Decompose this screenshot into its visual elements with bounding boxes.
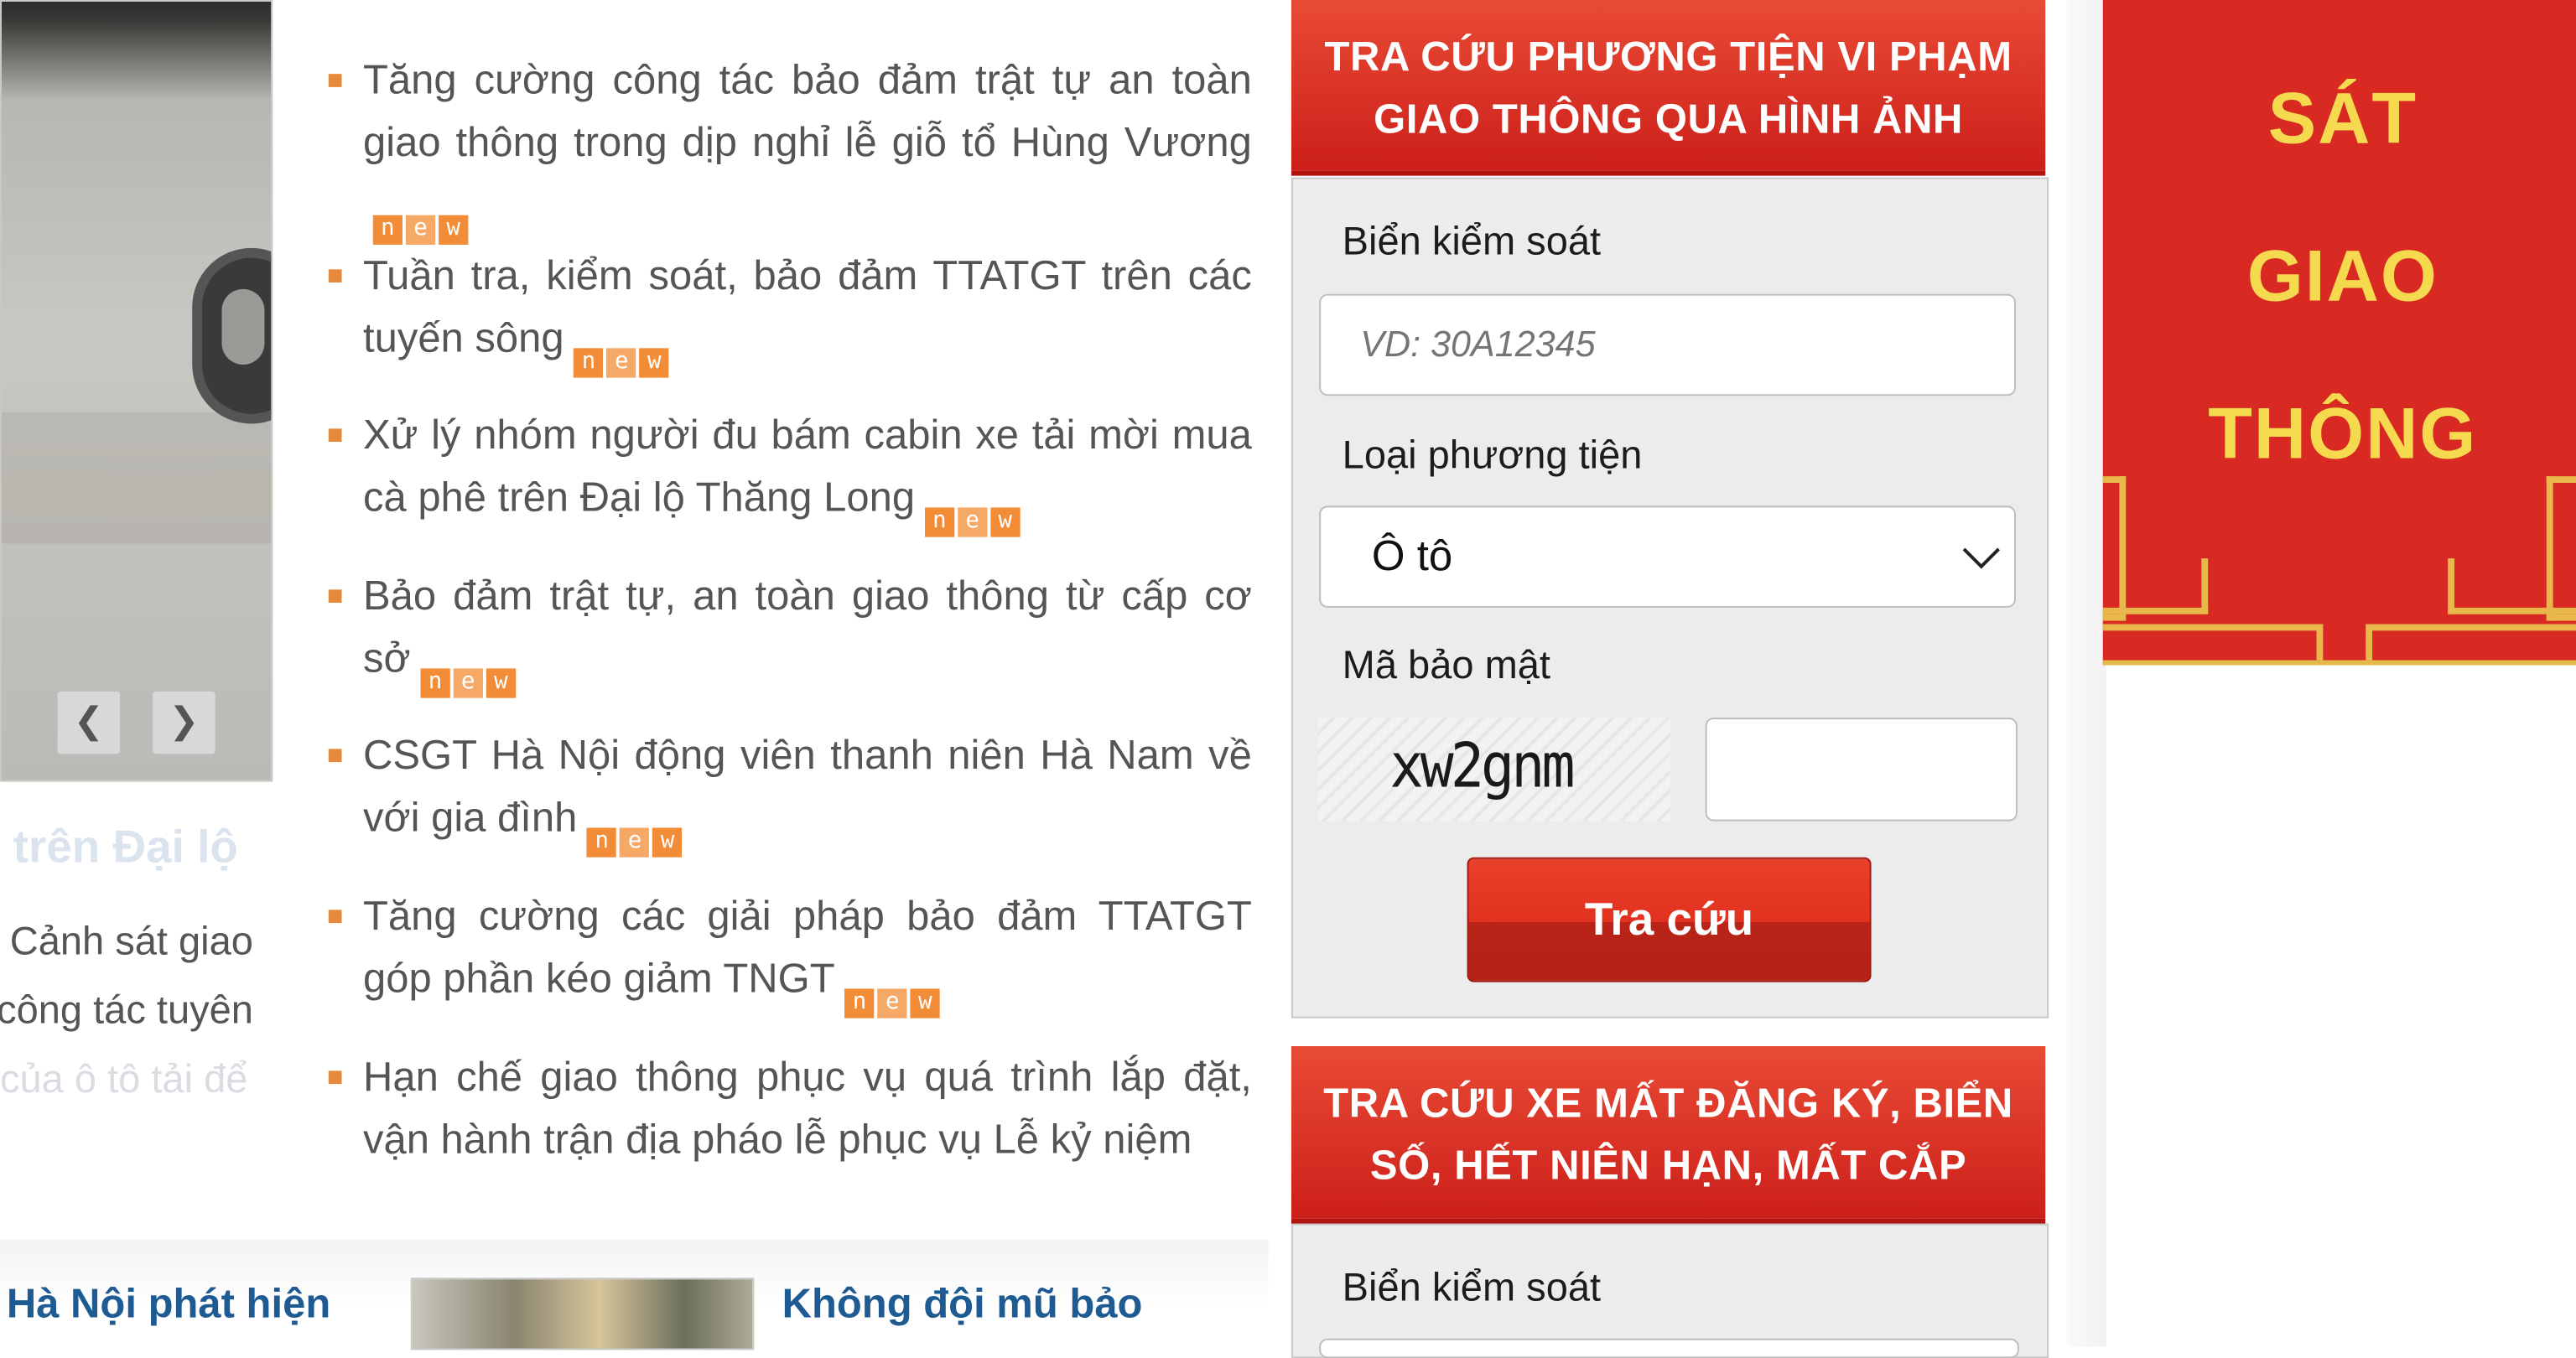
chevron-right-icon[interactable]: ❯ [151,689,217,756]
news-item[interactable]: Hạn chế giao thông phục vụ quá trình lắp… [328,1046,1252,1171]
news-item[interactable]: Tuần tra, kiểm soát, bảo đảm TTATGT trên… [328,245,1252,379]
news-link[interactable]: Hạn chế giao thông phục vụ quá trình lắp… [363,1055,1252,1163]
news-link[interactable]: Tăng cường công tác bảo đảm trật tự an t… [363,58,1252,166]
new-badge-icon: new [587,804,686,858]
news-link[interactable]: Tăng cường các giải pháp bảo đảm TTATGT … [363,894,1252,1002]
new-badge-icon: new [924,484,1024,538]
bullet-icon [328,910,342,924]
chevron-down-icon [1962,531,2000,569]
plate-label: Biển kiểm soát [1342,220,1602,265]
stolen-plate-input[interactable] [1319,1338,2019,1358]
column-divider [2066,0,2106,1347]
bullet-icon [328,269,342,282]
new-badge-icon: new [574,324,673,379]
bullet-icon [328,589,342,604]
bullet-icon [328,74,342,87]
stolen-plate-label: Biển kiểm soát [1342,1266,1602,1311]
stolen-lookup-title-line2: SỐ, HẾT NIÊN HẠN, MẤT CẮP [1369,1143,1967,1190]
featured-slider [0,0,273,782]
featured-excerpt-line: công tác tuyên [0,988,253,1034]
violation-lookup-title-line2: GIAO THÔNG QUA HÌNH ẢNH [1374,96,1963,143]
captcha-text: xw2gnm [1389,730,1575,804]
chevron-left-icon[interactable]: ❮ [55,689,122,756]
related-thumbnail[interactable] [410,1278,755,1350]
news-item[interactable]: CSGT Hà Nội động viên thanh niên Hà Nam … [328,724,1252,858]
vehicle-type-select[interactable]: Ô tô [1319,505,2016,608]
news-item[interactable]: Bảo đảm trật tự, an toàn giao thông từ c… [328,565,1252,699]
related-link-right[interactable]: Không đội mũ bảo [782,1281,1143,1329]
new-badge-icon: new [844,965,943,1019]
banner-line1: SÁT [2267,79,2418,160]
lookup-submit-button[interactable]: Tra cứu [1467,857,1872,982]
stolen-lookup-header: TRA CỨU XE MẤT ĐĂNG KÝ, BIỂN SỐ, HẾT NIÊ… [1291,1046,2046,1224]
news-item[interactable]: Xử lý nhóm người đu bám cabin xe tải mời… [328,404,1252,538]
plate-input[interactable] [1319,293,2016,397]
bullet-icon [328,428,342,443]
violation-lookup-title-line1: TRA CỨU PHƯƠNG TIỆN VI PHẠM [1324,34,2012,81]
news-item[interactable]: Tăng cường công tác bảo đảm trật tự an t… [328,49,1252,246]
stolen-lookup-title-line1: TRA CỨU XE MẤT ĐĂNG KÝ, BIỂN [1323,1081,2013,1127]
featured-excerpt-line: Cảnh sát giao [9,920,253,965]
promo-banner[interactable]: SÁT GIAO THÔNG [2102,0,2576,666]
new-badge-icon: new [420,645,519,699]
news-link[interactable]: Xử lý nhóm người đu bám cabin xe tải mời… [363,412,1252,521]
captcha-input[interactable] [1705,718,2018,822]
featured-excerpt-line: của ô tô tải để [0,1057,248,1102]
banner-line3: THÔNG [2208,394,2478,475]
vehicle-type-label: Loại phương tiện [1342,433,1643,479]
related-link-left[interactable]: Hà Nội phát hiện [7,1281,330,1329]
featured-title[interactable]: trên Đại lộ [13,822,238,874]
bullet-icon [328,749,342,763]
captcha-image: xw2gnm [1317,718,1671,822]
violation-lookup-header: TRA CỨU PHƯƠNG TIỆN VI PHẠM GIAO THÔNG Q… [1291,0,2046,176]
bullet-icon [328,1070,342,1085]
news-link[interactable]: Tuần tra, kiểm soát, bảo đảm TTATGT trên… [363,253,1252,361]
banner-line2: GIAO [2246,236,2438,318]
news-item[interactable]: Tăng cường các giải pháp bảo đảm TTATGT … [328,885,1252,1019]
news-link[interactable]: CSGT Hà Nội động viên thanh niên Hà Nam … [363,733,1252,841]
new-badge-icon: new [372,191,472,246]
vehicle-type-value: Ô tô [1371,530,1453,580]
captcha-label: Mã bảo mật [1342,644,1550,688]
